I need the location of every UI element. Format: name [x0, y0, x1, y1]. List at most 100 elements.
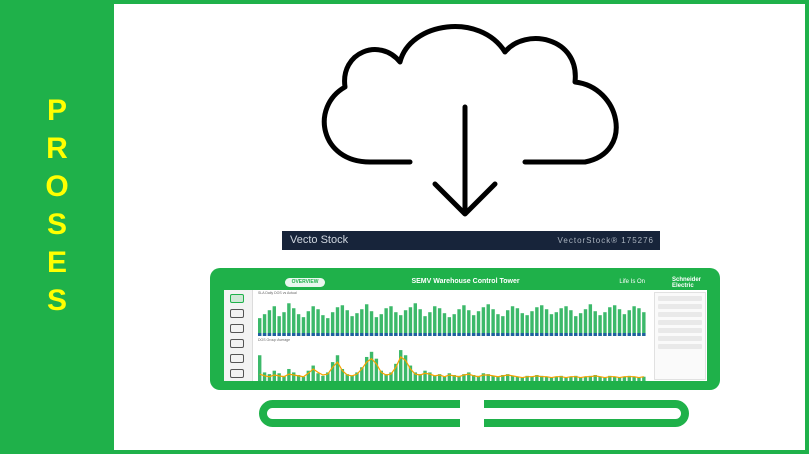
dashboard-sidebar [224, 290, 253, 381]
chart-bar-base [608, 333, 612, 336]
chart-bar [554, 312, 559, 336]
chart-bar-base [491, 333, 495, 336]
chart-bar-base [413, 333, 418, 336]
filter-panel [654, 292, 706, 380]
chart-bar-base [612, 333, 617, 336]
filter-row[interactable] [658, 304, 702, 309]
chart-bar [408, 307, 413, 336]
chart-bar [316, 373, 320, 381]
chart-bar [267, 310, 272, 336]
chart-bar-base [287, 333, 291, 336]
chart-bar [437, 308, 442, 336]
proses-letter: E [46, 246, 67, 279]
chart-bar-base [374, 333, 379, 336]
chart-bar [549, 314, 554, 336]
filter-row[interactable] [658, 336, 702, 341]
truck-icon[interactable] [230, 294, 244, 303]
chart-bar-base [627, 333, 631, 336]
chart-bar-base [277, 333, 281, 336]
chart-bar [413, 303, 418, 336]
chart-bar [433, 306, 437, 336]
chart-bar-base [321, 333, 325, 336]
chart-bar [369, 351, 374, 381]
chart-bar [335, 355, 340, 381]
chart-bar [496, 376, 500, 381]
chart-bar-base [301, 333, 306, 336]
chart-bar [510, 306, 515, 336]
chart-bar [311, 365, 315, 381]
chart-bar [622, 314, 627, 336]
chart-bar-base [520, 333, 524, 336]
chart1-label: SLA Daily DOS vs Actual [258, 291, 297, 295]
filter-row[interactable] [658, 296, 702, 301]
home-icon[interactable] [230, 309, 244, 318]
chart-bar [593, 311, 597, 336]
chart-bar-base [598, 333, 602, 336]
chart-bar-base [258, 333, 262, 336]
plane-icon[interactable] [230, 369, 244, 378]
chart-bar-base [437, 333, 442, 336]
chart-bar [632, 306, 636, 336]
chart-bar-base [535, 333, 539, 336]
chart2-label: DOS Group Average [258, 338, 291, 342]
dashboard-header: OVERVIEW SEMV Warehouse Control Tower Li… [224, 275, 707, 290]
chart1-svg [258, 303, 646, 336]
chart-bar [364, 304, 369, 336]
proses-letter: P [46, 94, 67, 127]
filter-row[interactable] [658, 328, 702, 333]
chart-bar [486, 304, 490, 336]
chart-bar-base [360, 333, 364, 336]
proses-letter: O [45, 170, 69, 203]
chart-bar-base [350, 333, 354, 336]
chart-bar [258, 355, 262, 381]
box-icon[interactable] [230, 354, 244, 363]
chart-bar-base [467, 333, 471, 336]
chart2-svg [258, 350, 646, 381]
mail-icon[interactable] [230, 324, 244, 333]
chart-bar [277, 373, 281, 381]
chart-bar-base [418, 333, 422, 336]
chart-bar [481, 307, 486, 336]
chart-bar-base [476, 333, 481, 336]
chart-bar [423, 370, 427, 381]
chart-bar [530, 376, 534, 381]
route-icon[interactable] [230, 339, 244, 348]
charts-area: SLA Daily DOS vs Actual DOS Group Averag… [254, 290, 651, 381]
chart-bar [330, 312, 335, 336]
brand-logo: Schneider Electric [672, 277, 701, 289]
chart-bar [399, 350, 403, 381]
chart-bar [530, 311, 534, 336]
chart-bar [296, 314, 301, 336]
filter-row[interactable] [658, 320, 702, 325]
chart-bar-base [564, 333, 568, 336]
chart-bar-base [364, 333, 369, 336]
chart-bar [617, 309, 622, 336]
chart-bar [564, 306, 568, 336]
chart-bar-base [399, 333, 403, 336]
chart-bar [369, 311, 374, 336]
chart-bar [345, 310, 349, 336]
chart-bar [491, 309, 495, 336]
chart-bar [321, 315, 325, 336]
chart-bar-base [637, 333, 641, 336]
chart-bar [384, 308, 388, 336]
chart-bar [578, 313, 583, 336]
chart-bar [292, 308, 296, 336]
filter-row[interactable] [658, 344, 702, 349]
filter-row[interactable] [658, 312, 702, 317]
chart-bar [330, 362, 335, 381]
chart-bar-base [578, 333, 583, 336]
chart-bar [637, 308, 641, 336]
watermark-code: VectorStock® 175276 [557, 236, 654, 245]
chart-bar [535, 307, 539, 336]
chart-bar [389, 306, 393, 336]
chart-bar-base [345, 333, 349, 336]
chart-bar [428, 312, 432, 336]
chart-bar [321, 375, 325, 381]
chart-bar [287, 303, 291, 336]
chart-bar-base [515, 333, 520, 336]
chart-bar-base [462, 333, 466, 336]
chart-bar-base [296, 333, 301, 336]
chart-bar-base [593, 333, 597, 336]
chart-bar-base [442, 333, 447, 336]
